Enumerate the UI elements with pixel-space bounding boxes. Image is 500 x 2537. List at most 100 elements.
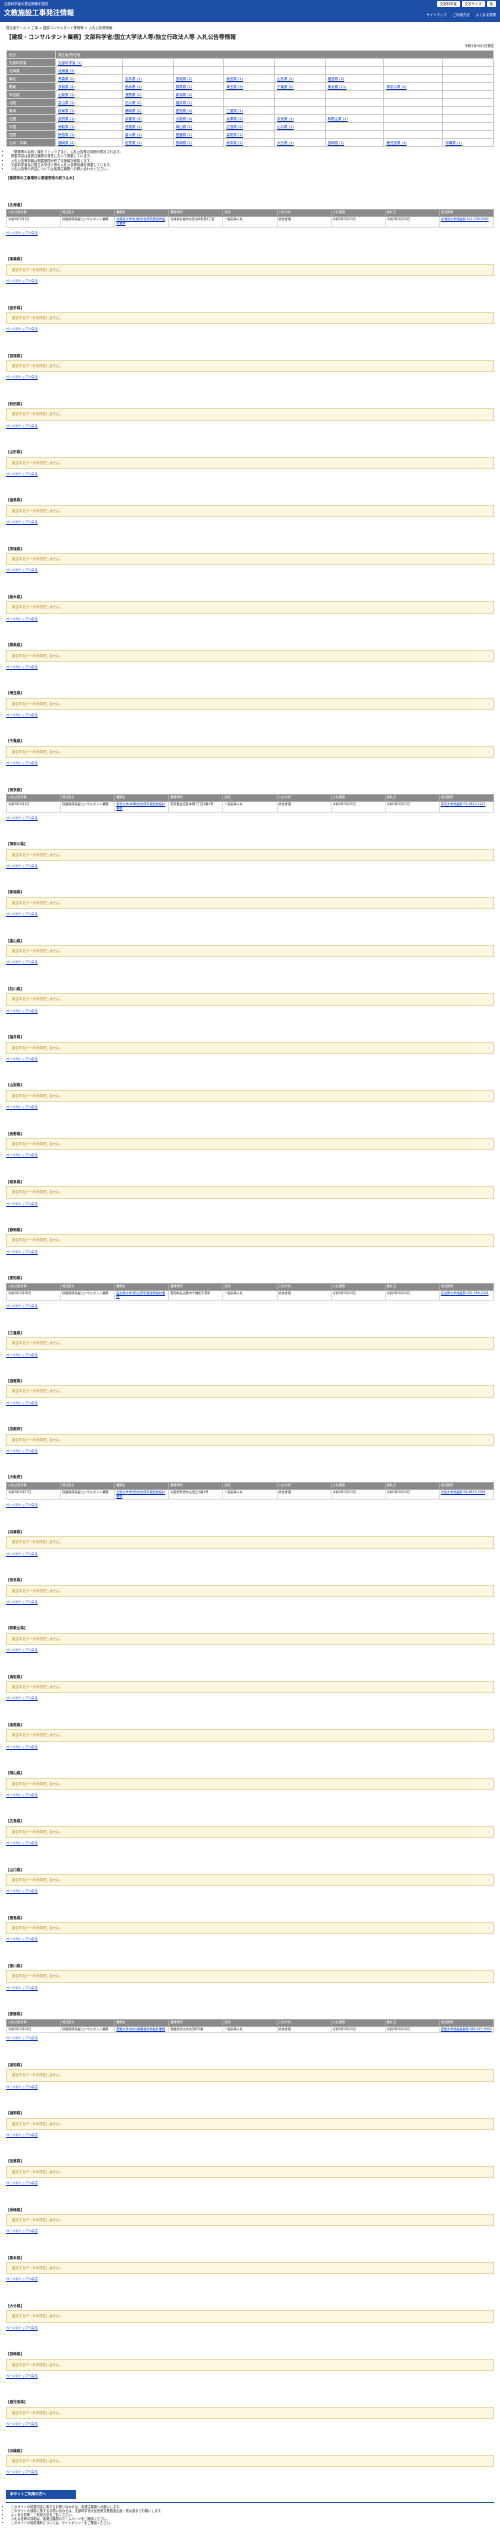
project-link[interactable]: 名古屋大学(東山)研究棟改修設計業務 — [116, 1291, 165, 1299]
back-to-top-link[interactable]: ページのトップへ戻る — [6, 1449, 38, 1453]
prefecture-link[interactable]: 滋賀県 (1) — [58, 117, 75, 121]
prefecture-link[interactable]: 福岡県 (4) — [58, 141, 75, 145]
prefecture-link[interactable]: 長崎県 (1) — [176, 141, 193, 145]
back-to-top-link[interactable]: ページのトップへ戻る — [6, 568, 38, 572]
prefecture-link[interactable]: 神奈川県 (2) — [386, 85, 406, 89]
back-to-top-link[interactable]: ページのトップへ戻る — [6, 2085, 38, 2089]
back-to-top-link[interactable]: ページのトップへ戻る — [6, 1202, 38, 1206]
prefecture-link[interactable]: 大分県 (1) — [277, 141, 294, 145]
prefecture-link[interactable]: 兵庫県 (2) — [226, 117, 243, 121]
prefecture-link[interactable]: 鳥取県 (1) — [58, 125, 75, 129]
prefecture-link[interactable]: 佐賀県 (1) — [125, 141, 142, 145]
prefecture-link[interactable]: 三重県 (1) — [226, 109, 243, 113]
nav-link-sitemap[interactable]: サイトマップ — [426, 13, 446, 17]
prefecture-link[interactable]: 山口県 (1) — [277, 125, 294, 129]
back-to-top-link[interactable]: ページのトップへ戻る — [6, 1105, 38, 1109]
project-link[interactable]: 大阪大学(吹田)総合研究棟改修設計業務 — [116, 1490, 165, 1498]
prefecture-link[interactable]: 広島県 (2) — [226, 125, 243, 129]
prefecture-link[interactable]: 群馬県 (1) — [176, 85, 193, 89]
back-to-top-link[interactable]: ページのトップへ戻る — [6, 472, 38, 476]
back-to-top-link[interactable]: ページのトップへ戻る — [6, 1353, 38, 1357]
tool-link[interactable]: 色 — [486, 1, 496, 8]
prefecture-link[interactable]: 鹿児島県 (1) — [386, 141, 406, 145]
back-to-top-link[interactable]: ページのトップへ戻る — [6, 1889, 38, 1893]
back-to-top-link[interactable]: ページのトップへ戻る — [6, 1600, 38, 1604]
back-to-top-link[interactable]: ページのトップへ戻る — [6, 665, 38, 669]
prefecture-link[interactable]: 石川県 (2) — [125, 101, 142, 105]
tool-link[interactable]: 文部科学省 — [436, 1, 460, 8]
back-to-top-link[interactable]: ページのトップへ戻る — [6, 279, 38, 283]
contact-link[interactable]: 愛媛大学施設基盤部 089-927-9000 — [441, 2027, 492, 2031]
back-to-top-link[interactable]: ページのトップへ戻る — [6, 960, 38, 964]
prefecture-link[interactable]: 島根県 (1) — [125, 125, 142, 129]
nav-link-faq[interactable]: よくある質問 — [476, 13, 496, 17]
prefecture-link[interactable]: 静岡県 (2) — [125, 109, 142, 113]
back-to-top-link[interactable]: ページのトップへ戻る — [6, 231, 38, 235]
back-to-top-link[interactable]: ページのトップへ戻る — [6, 761, 38, 765]
prefecture-link[interactable]: 千葉県 (2) — [277, 85, 294, 89]
back-to-top-link[interactable]: ページのトップへ戻る — [6, 1503, 38, 1507]
prefecture-link[interactable]: 岡山県 (1) — [176, 125, 193, 129]
tool-link[interactable]: 文字サイズ — [461, 1, 485, 8]
prefecture-link[interactable]: 福島県 (2) — [328, 77, 345, 81]
prefecture-link[interactable]: 長野県 (2) — [125, 93, 142, 97]
prefecture-link[interactable]: 栃木県 (1) — [125, 85, 142, 89]
prefecture-link[interactable]: 大阪府 (4) — [176, 117, 193, 121]
back-to-top-link[interactable]: ページのトップへ戻る — [6, 1153, 38, 1157]
back-to-top-link[interactable]: ページのトップへ戻る — [6, 1009, 38, 1013]
prefecture-link[interactable]: 愛知県 (4) — [176, 109, 193, 113]
prefecture-link[interactable]: 茨城県 (3) — [58, 85, 75, 89]
back-to-top-link[interactable]: ページのトップへ戻る — [6, 2470, 38, 2474]
back-to-top-link[interactable]: ページのトップへ戻る — [6, 713, 38, 717]
nav-link-howto[interactable]: ご利用方法 — [453, 13, 470, 17]
back-to-top-link[interactable]: ページのトップへ戻る — [6, 1648, 38, 1652]
prefecture-link[interactable]: 埼玉県 (3) — [226, 85, 243, 89]
prefecture-link[interactable]: 宮城県 (2) — [176, 77, 193, 81]
contact-link[interactable]: 大阪大学施設部 06-6879-7063 — [441, 1490, 486, 1494]
prefecture-link[interactable]: 福井県 (1) — [176, 101, 193, 105]
back-to-top-link[interactable]: ページのトップへ戻る — [6, 1937, 38, 1941]
prefecture-link[interactable]: 宮崎県 (1) — [328, 141, 345, 145]
back-to-top-link[interactable]: ページのトップへ戻る — [6, 1401, 38, 1405]
site-title[interactable]: 文教施設工事発注情報 — [4, 9, 74, 18]
back-to-top-link[interactable]: ページのトップへ戻る — [6, 2036, 38, 2040]
back-to-top-link[interactable]: ページのトップへ戻る — [6, 2326, 38, 2330]
prefecture-link[interactable]: 青森県 (2) — [58, 77, 75, 81]
prefecture-link[interactable]: 北海道 (3) — [58, 69, 75, 73]
back-to-top-link[interactable]: ページのトップへ戻る — [6, 2133, 38, 2137]
prefecture-link[interactable]: 山形県 (2) — [277, 77, 294, 81]
prefecture-link[interactable]: 新潟県 (2) — [176, 93, 193, 97]
contact-link[interactable]: 名古屋大学施設部 052-789-2024 — [441, 1291, 489, 1295]
prefecture-link[interactable]: 香川県 (1) — [125, 133, 142, 137]
contact-link[interactable]: 北海道大学施設部 011-706-2000 — [441, 217, 489, 221]
prefecture-link[interactable]: 岩手県 (1) — [125, 77, 142, 81]
back-to-top-link[interactable]: ページのトップへ戻る — [6, 864, 38, 868]
prefecture-link[interactable]: 岐阜県 (1) — [58, 109, 75, 113]
prefecture-link[interactable]: 富山県 (1) — [58, 101, 75, 105]
back-to-top-link[interactable]: ページのトップへ戻る — [6, 424, 38, 428]
prefecture-link[interactable]: 愛媛県 (1) — [176, 133, 193, 137]
back-to-top-link[interactable]: ページのトップへ戻る — [6, 1745, 38, 1749]
prefecture-link[interactable]: 徳島県 (1) — [58, 133, 75, 137]
back-to-top-link[interactable]: ページのトップへ戻る — [6, 1304, 38, 1308]
prefecture-link[interactable]: 高知県 (1) — [226, 133, 243, 137]
back-to-top-link[interactable]: ページのトップへ戻る — [6, 1793, 38, 1797]
back-to-top-link[interactable]: ページのトップへ戻る — [6, 912, 38, 916]
prefecture-link[interactable]: 文部科学省 (1) — [58, 61, 82, 65]
back-to-top-link[interactable]: ページのトップへ戻る — [6, 1986, 38, 1990]
back-to-top-link[interactable]: ページのトップへ戻る — [6, 2229, 38, 2233]
back-to-top-link[interactable]: ページのトップへ戻る — [6, 1057, 38, 1061]
prefecture-link[interactable]: 京都府 (3) — [125, 117, 142, 121]
back-to-top-link[interactable]: ページのトップへ戻る — [6, 2422, 38, 2426]
back-to-top-link[interactable]: ページのトップへ戻る — [6, 1841, 38, 1845]
project-link[interactable]: 東京大学(本郷)総合研究棟改修設計業務 — [116, 802, 165, 810]
prefecture-link[interactable]: 山梨県 (1) — [58, 93, 75, 97]
prefecture-link[interactable]: 熊本県 (1) — [226, 141, 243, 145]
contact-link[interactable]: 東京大学施設部 03-3812-2111 — [441, 802, 486, 806]
prefecture-link[interactable]: 奈良県 (1) — [277, 117, 294, 121]
back-to-top-link[interactable]: ページのトップへ戻る — [6, 1250, 38, 1254]
back-to-top-link[interactable]: ページのトップへ戻る — [6, 2277, 38, 2281]
prefecture-link[interactable]: 沖縄県 (1) — [445, 141, 462, 145]
prefecture-link[interactable]: 和歌山県 (1) — [328, 117, 348, 121]
back-to-top-link[interactable]: ページのトップへ戻る — [6, 2181, 38, 2185]
